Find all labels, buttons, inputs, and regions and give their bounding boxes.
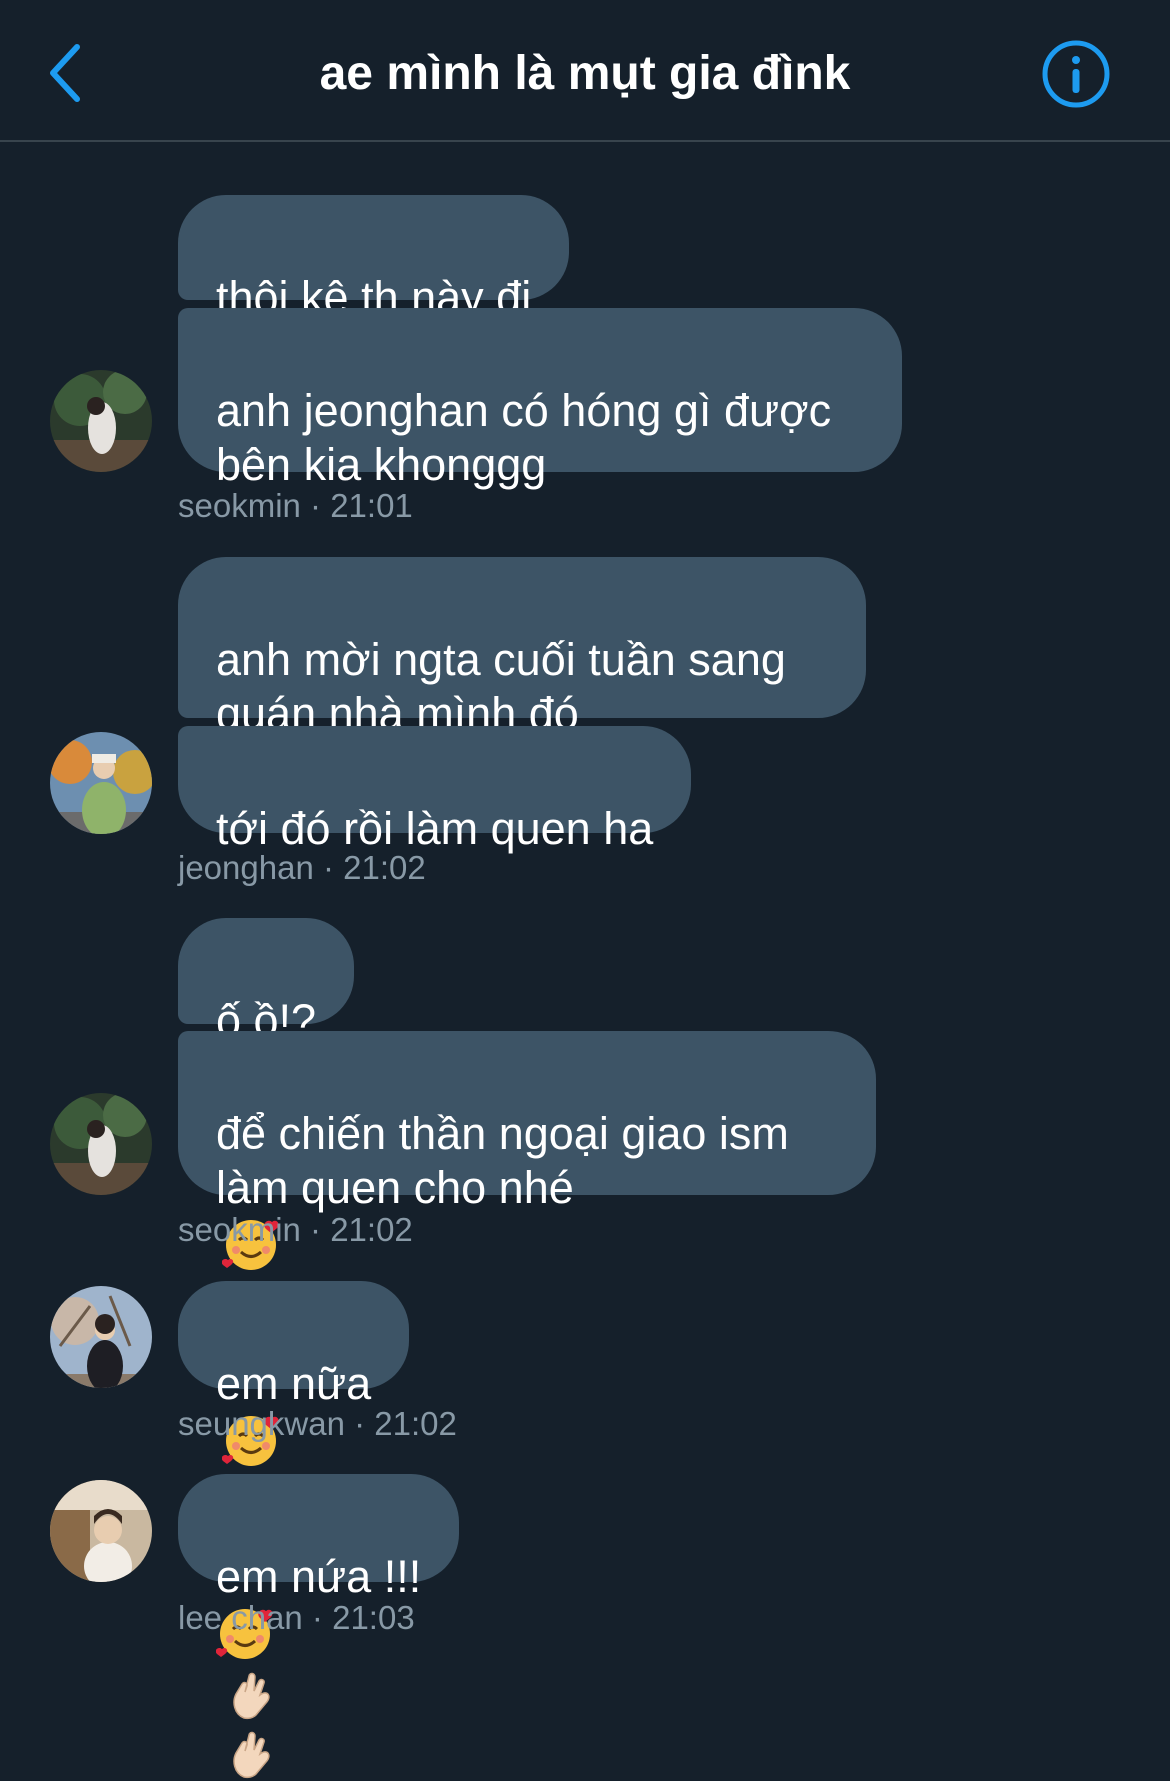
conversation-header: ae mình là mụt gia đìnk [0, 0, 1170, 142]
message-text: em nứa !!! [216, 1551, 422, 1602]
message-text: tới đó rồi làm quen ha [216, 803, 654, 854]
message-bubble[interactable]: để chiến thần ngoại giao ism làm quen ch… [178, 1031, 876, 1331]
message-bubble[interactable]: thôi kệ th này đi [178, 195, 570, 323]
message-text: để chiến thần ngoại giao ism làm quen ch… [216, 1108, 789, 1213]
message-meta: seokmin · 21:02 [178, 1211, 413, 1248]
message-meta: lee chan · 21:03 [178, 1599, 415, 1636]
chevron-left-icon [50, 44, 80, 102]
back-button[interactable] [40, 38, 90, 108]
message-bubble[interactable]: em nữa [178, 1281, 410, 1527]
message-text: em nữa [216, 1358, 372, 1409]
message-bubble[interactable]: ố ồ!? [178, 918, 355, 1046]
avatar[interactable] [50, 732, 152, 834]
avatar[interactable] [50, 370, 152, 472]
message-bubble[interactable]: tới đó rồi làm quen ha [178, 726, 692, 854]
message-bubble[interactable]: em nứa !!! [178, 1474, 460, 1779]
info-circle-icon [1042, 40, 1110, 108]
ok-hand-icon [233, 1672, 270, 1720]
avatar[interactable] [50, 1093, 152, 1195]
conversation-title: ae mình là mụt gia đìnk [319, 47, 851, 100]
message-bubble[interactable]: anh jeonghan có hóng gì được bên kia kho… [178, 308, 902, 490]
ok-hand-icon [233, 1732, 270, 1779]
avatar[interactable] [50, 1480, 152, 1582]
info-button[interactable] [1040, 38, 1112, 110]
message-text: anh jeonghan có hóng gì được bên kia kho… [216, 385, 832, 490]
message-meta: seokmin · 21:01 [178, 487, 413, 524]
message-text: anh mời ngta cuối tuần sang quán nhà mìn… [216, 634, 786, 739]
message-bubble[interactable]: anh mời ngta cuối tuần sang quán nhà mìn… [178, 557, 866, 739]
avatar[interactable] [50, 1286, 152, 1388]
message-meta: jeonghan · 21:02 [178, 849, 426, 886]
message-meta: seungkwan · 21:02 [178, 1405, 457, 1442]
